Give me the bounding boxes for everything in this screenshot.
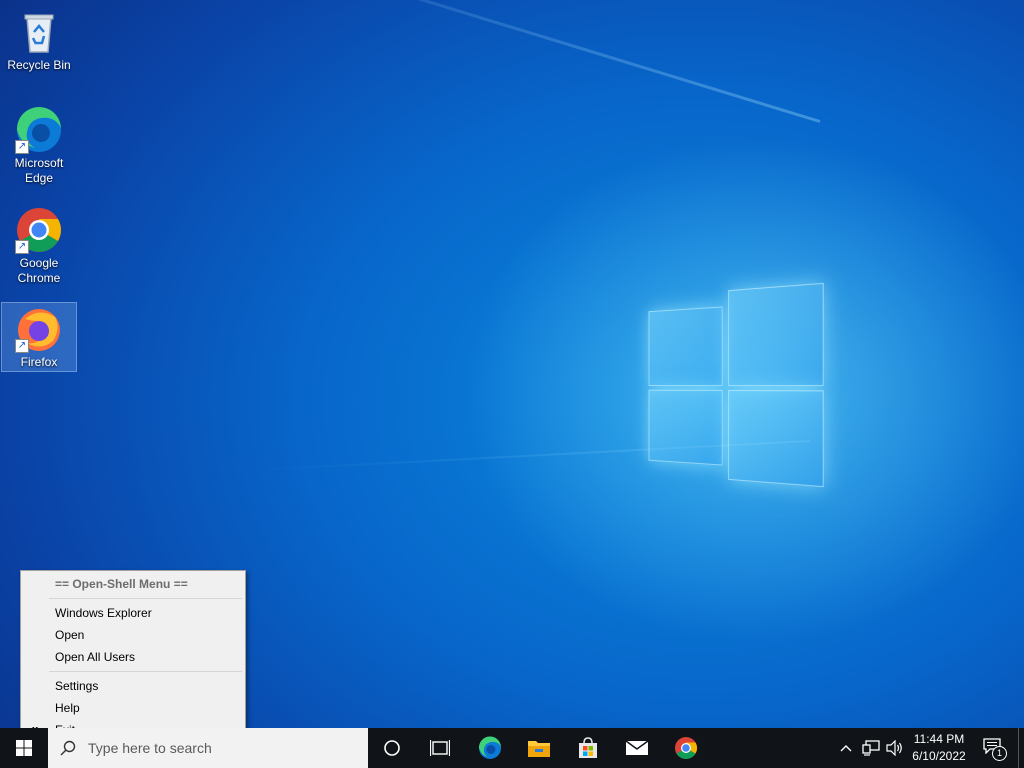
- show-desktop-button[interactable]: [1018, 728, 1024, 768]
- menu-header: == Open-Shell Menu ==: [55, 577, 188, 591]
- desktop-icon-edge[interactable]: ↗ Microsoft Edge: [2, 104, 76, 190]
- search-placeholder: Type here to search: [88, 740, 212, 756]
- menu-item-settings[interactable]: Settings: [21, 675, 245, 697]
- edge-icon: [478, 736, 501, 759]
- firefox-icon: ↗: [15, 305, 63, 353]
- file-explorer-icon: [528, 741, 550, 757]
- taskbar-chrome-button[interactable]: [662, 728, 710, 768]
- taskbar: Type here to search 11:44 PM 6/10/2022 1: [0, 728, 1024, 768]
- search-icon: [60, 740, 76, 756]
- desktop-icon-label: Microsoft Edge: [14, 156, 64, 185]
- desktop-icon-label: Firefox: [20, 355, 58, 369]
- store-icon: [579, 737, 597, 758]
- desktop-icon-firefox[interactable]: ↗ Firefox: [1, 302, 77, 372]
- menu-item-open[interactable]: Open: [21, 624, 245, 646]
- mail-icon: [625, 740, 649, 755]
- open-shell-context-menu: == Open-Shell Menu == Windows Explorer O…: [20, 570, 246, 746]
- start-button[interactable]: [0, 728, 48, 768]
- windows-logo-wallpaper: [648, 282, 824, 488]
- cortana-icon: [384, 740, 400, 756]
- task-view-button[interactable]: [416, 728, 464, 768]
- volume-tray-button[interactable]: [884, 728, 906, 768]
- desktop-icon-label: Google Chrome: [17, 256, 61, 285]
- network-tray-button[interactable]: [860, 728, 882, 768]
- speaker-icon: [886, 740, 902, 756]
- chrome-icon: [675, 737, 697, 759]
- taskbar-store-button[interactable]: [564, 728, 612, 768]
- cortana-button[interactable]: [368, 728, 416, 768]
- windows-start-icon: [16, 740, 32, 756]
- chrome-icon: ↗: [15, 206, 63, 254]
- taskbar-edge-button[interactable]: [466, 728, 514, 768]
- shortcut-arrow-icon: ↗: [15, 140, 29, 154]
- menu-item-help[interactable]: Help: [21, 697, 245, 719]
- desktop-icon-chrome[interactable]: ↗ Google Chrome: [2, 204, 76, 290]
- desktop-icon-label: Recycle Bin: [7, 58, 71, 72]
- taskbar-mail-button[interactable]: [613, 728, 661, 768]
- notification-count-badge: 1: [992, 746, 1007, 761]
- clock-date: 6/10/2022: [912, 749, 966, 763]
- menu-separator: [49, 671, 242, 672]
- recycle-bin-icon: [15, 8, 63, 56]
- taskbar-search-box[interactable]: Type here to search: [48, 728, 368, 768]
- taskbar-clock[interactable]: 11:44 PM 6/10/2022: [906, 731, 972, 765]
- desktop-icon-recycle-bin[interactable]: Recycle Bin: [2, 6, 76, 76]
- task-view-icon: [430, 740, 450, 756]
- clock-time: 11:44 PM: [913, 732, 965, 746]
- network-icon: [862, 740, 880, 756]
- menu-separator: [49, 598, 242, 599]
- action-center-button[interactable]: 1: [978, 728, 1008, 768]
- chevron-up-icon: [840, 745, 852, 752]
- show-hidden-icons-button[interactable]: [836, 728, 856, 768]
- taskbar-file-explorer-button[interactable]: [515, 728, 563, 768]
- shortcut-arrow-icon: ↗: [15, 240, 29, 254]
- shortcut-arrow-icon: ↗: [15, 339, 29, 353]
- wallpaper-beam: [169, 0, 821, 123]
- menu-item-open-all-users[interactable]: Open All Users: [21, 646, 245, 668]
- edge-icon: ↗: [15, 106, 63, 154]
- menu-item-windows-explorer[interactable]: Windows Explorer: [21, 602, 245, 624]
